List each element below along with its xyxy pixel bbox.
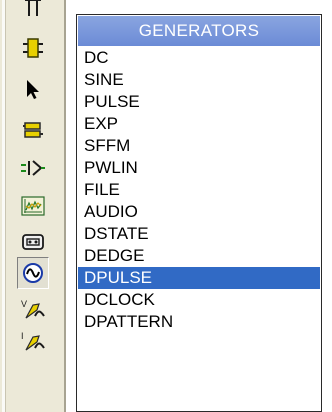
component-tool-button[interactable] (17, 32, 49, 64)
svg-text:I: I (21, 331, 24, 341)
toolbar-grip (2, 0, 6, 412)
list-item[interactable]: DSTATE (78, 223, 320, 245)
graph-tool-button[interactable] (17, 190, 49, 222)
bus-icon (23, 122, 43, 138)
list-item[interactable]: AUDIO (78, 201, 320, 223)
tape-tool-button[interactable] (17, 226, 49, 258)
list-item[interactable]: PWLIN (78, 157, 320, 179)
junction-icon (25, 0, 41, 16)
voltage-probe-icon: V (21, 299, 45, 319)
terminal-icon (21, 160, 45, 176)
list-item[interactable]: EXP (78, 113, 320, 135)
list-item[interactable]: FILE (78, 179, 320, 201)
generators-list: DC SINE PULSE EXP SFFM PWLIN FILE AUDIO … (77, 47, 321, 333)
left-toolbar: V I (0, 0, 64, 412)
generators-panel: GENERATORS DC SINE PULSE EXP SFFM PWLIN … (76, 14, 322, 412)
bus-tool-button[interactable] (17, 114, 49, 146)
toolbar-divider (64, 0, 67, 412)
list-item[interactable]: DPATTERN (78, 311, 320, 333)
list-item[interactable]: SINE (78, 69, 320, 91)
list-item[interactable]: SFFM (78, 135, 320, 157)
generator-tool-button[interactable] (17, 257, 49, 289)
generator-icon (23, 263, 43, 283)
junction-tool-button[interactable] (17, 0, 49, 22)
current-probe-icon: I (21, 331, 45, 351)
list-item[interactable]: PULSE (78, 91, 320, 113)
voltage-probe-tool-button[interactable]: V (17, 294, 49, 326)
selection-arrow-icon (27, 80, 39, 99)
graph-icon (21, 196, 45, 216)
list-item[interactable]: DCLOCK (78, 289, 320, 311)
list-item[interactable]: DEDGE (78, 245, 320, 267)
panel-title: GENERATORS (78, 16, 320, 46)
terminal-tool-button[interactable] (17, 152, 49, 184)
component-icon (23, 38, 43, 58)
selection-tool-button[interactable] (17, 73, 49, 105)
current-probe-tool-button[interactable]: I (17, 326, 49, 358)
tape-icon (22, 234, 44, 250)
svg-text:V: V (21, 299, 27, 309)
list-item[interactable]: DC (78, 47, 320, 69)
list-item-selected[interactable]: DPULSE (78, 267, 320, 289)
